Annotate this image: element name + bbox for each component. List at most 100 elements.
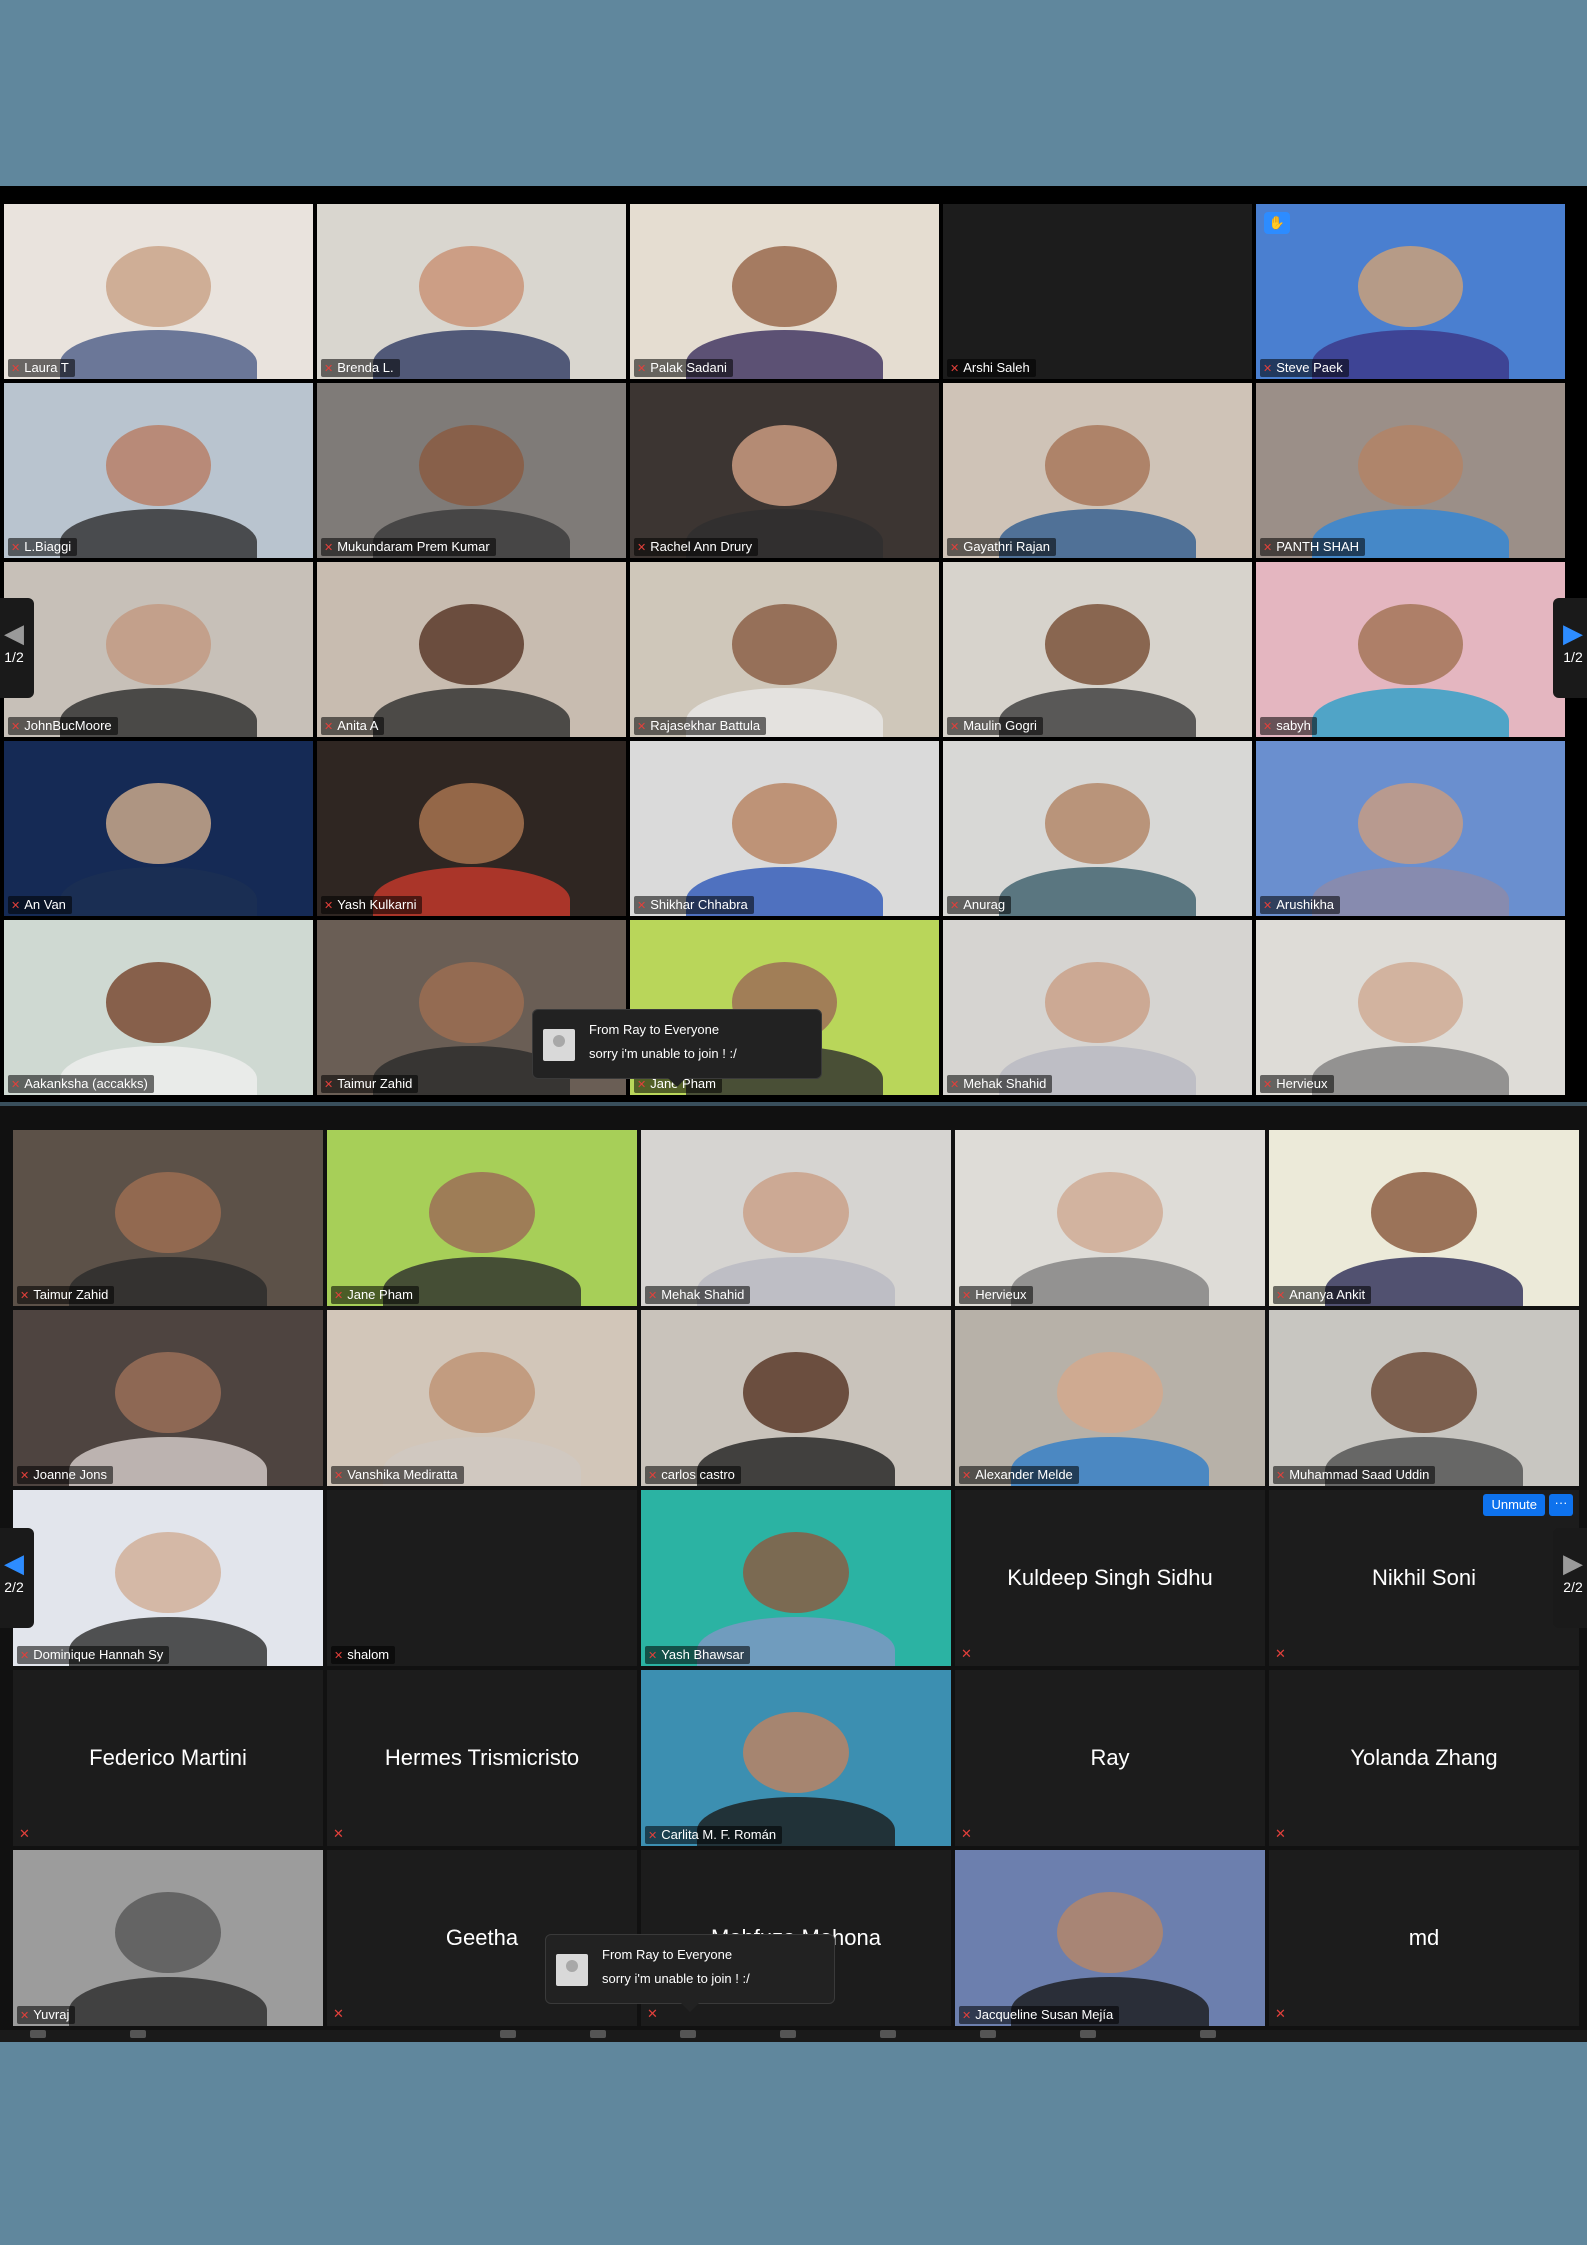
participant-tile[interactable]: ✕ Yash Bhawsar (641, 1490, 951, 1666)
mic-muted-icon: ✕ (950, 1079, 960, 1091)
participant-face (1357, 962, 1464, 1043)
participant-tile[interactable]: Federico Martini ✕ (13, 1670, 323, 1846)
participant-tile[interactable]: ✕ Taimur Zahid (13, 1130, 323, 1306)
participant-tile[interactable]: ✕ Arushikha (1256, 741, 1565, 916)
participant-tile[interactable]: ✕ Anita A (317, 562, 626, 737)
next-page-button[interactable]: ▶ 1/2 (1553, 598, 1587, 698)
participant-tile[interactable]: ✕ Vanshika Mediratta (327, 1310, 637, 1486)
participant-tile[interactable]: ✕ Joanne Jons (13, 1310, 323, 1486)
participant-tile[interactable]: ✕ Gayathri Rajan (943, 383, 1252, 558)
toolbar-button[interactable] (680, 2030, 696, 2038)
toolbar-button[interactable] (980, 2030, 996, 2038)
participant-tile[interactable]: ✕ Laura T (4, 204, 313, 379)
mic-muted-icon: ✕ (1276, 1470, 1286, 1482)
toolbar-button[interactable] (780, 2030, 796, 2038)
participant-tile[interactable]: ✕ Jane Pham (327, 1130, 637, 1306)
participant-tile[interactable]: ✕ Mehak Shahid (943, 920, 1252, 1095)
participant-tile[interactable]: ✕ Jacqueline Susan Mejía (955, 1850, 1265, 2026)
participant-name-label: ✕ Yash Bhawsar (645, 1646, 751, 1664)
participant-tile[interactable]: md ✕ (1269, 1850, 1579, 2026)
participant-name: Arshi Saleh (963, 360, 1030, 375)
participant-tile[interactable]: Hermes Trismicristo ✕ (327, 1670, 637, 1846)
participant-name: Hermes Trismicristo (384, 1745, 580, 1770)
participant-tile[interactable]: ✕ Hervieux (1256, 920, 1565, 1095)
participant-name-label: ✕ Brenda L. (321, 359, 400, 377)
participant-face (1357, 604, 1464, 685)
participant-tile[interactable]: Nikhil Soni ✕ Unmute ··· (1269, 1490, 1579, 1666)
toolbar-button[interactable] (30, 2030, 46, 2038)
participant-tile[interactable]: ✕ Maulin Gogri (943, 562, 1252, 737)
participant-name-label: ✕ Dominique Hannah Sy (17, 1646, 170, 1664)
participant-tile[interactable]: ✕ Anurag (943, 741, 1252, 916)
participant-tile[interactable]: ✕ Steve Paek ✋ (1256, 204, 1565, 379)
participant-tile[interactable]: ✕ Muhammad Saad Uddin (1269, 1310, 1579, 1486)
toolbar-button[interactable] (590, 2030, 606, 2038)
participant-body (59, 330, 258, 379)
participant-tile[interactable]: ✕ Aakanksha (accakks) (4, 920, 313, 1095)
more-options-button[interactable]: ··· (1549, 1494, 1573, 1516)
chat-notification[interactable]: From Ray to Everyone sorry i'm unable to … (532, 1009, 822, 1087)
participant-tile[interactable]: ✕ carlos castro (641, 1310, 951, 1486)
toolbar-button[interactable] (130, 2030, 146, 2038)
participant-video (327, 1310, 637, 1486)
participant-tile[interactable]: ✕ L.Biaggi (4, 383, 313, 558)
participant-tile[interactable]: ✕ An Van (4, 741, 313, 916)
participant-tile[interactable]: ✕ Palak Sadani (630, 204, 939, 379)
participant-tile[interactable]: ✕ shalom (327, 1490, 637, 1666)
toolbar-button[interactable] (880, 2030, 896, 2038)
participant-tile[interactable]: ✕ Rachel Ann Drury (630, 383, 939, 558)
participant-tile[interactable]: ✕ Ananya Ankit (1269, 1130, 1579, 1306)
participant-tile[interactable]: ✕ Yash Kulkarni (317, 741, 626, 916)
participant-name: Palak Sadani (650, 360, 727, 375)
participant-tile[interactable]: ✕ Mehak Shahid (641, 1130, 951, 1306)
toolbar-button[interactable] (1080, 2030, 1096, 2038)
participant-tile[interactable]: ✕ Carlita M. F. Román (641, 1670, 951, 1846)
participant-name: Dominique Hannah Sy (33, 1647, 164, 1662)
participant-tile[interactable]: ✕ Brenda L. (317, 204, 626, 379)
unmute-button[interactable]: Unmute (1483, 1494, 1545, 1516)
mic-muted-icon: ✕ (648, 1290, 658, 1302)
participant-tile[interactable]: ✕ Mukundaram Prem Kumar (317, 383, 626, 558)
participant-name: Yash Kulkarni (337, 897, 417, 912)
participant-tile[interactable]: ✕ Hervieux (955, 1130, 1265, 1306)
participant-name-label: ✕ Muhammad Saad Uddin (1273, 1466, 1436, 1484)
participant-tile[interactable]: ✕ PANTH SHAH (1256, 383, 1565, 558)
mic-muted-icon: ✕ (962, 2010, 972, 2022)
participant-tile[interactable]: Ray ✕ (955, 1670, 1265, 1846)
previous-page-button[interactable]: ◀ 1/2 (0, 598, 34, 698)
mic-muted-icon: ✕ (324, 363, 334, 375)
participant-tile[interactable]: ✕ Alexander Melde (955, 1310, 1265, 1486)
participant-video (317, 562, 626, 737)
participant-name-label: ✕ Mehak Shahid (645, 1286, 751, 1304)
mic-muted-icon: ✕ (1275, 1826, 1286, 1841)
participant-tile[interactable]: ✕ Shikhar Chhabra (630, 741, 939, 916)
mic-muted-icon: ✕ (648, 1830, 658, 1842)
next-page-button[interactable]: ▶ 2/2 (1553, 1528, 1587, 1628)
chat-notification[interactable]: From Ray to Everyone sorry i'm unable to … (545, 1934, 835, 2012)
participant-name-label: ✕ Taimur Zahid (321, 1075, 419, 1093)
mic-muted-icon: ✕ (20, 1470, 30, 1482)
toolbar-button[interactable] (500, 2030, 516, 2038)
mic-muted-icon: ✕ (962, 1290, 972, 1302)
participant-tile[interactable]: Kuldeep Singh Sidhu ✕ (955, 1490, 1265, 1666)
previous-page-button[interactable]: ◀ 2/2 (0, 1528, 34, 1628)
participant-name: Laura T (24, 360, 69, 375)
toolbar-button[interactable] (1200, 2030, 1216, 2038)
participant-tile[interactable]: ✕ sabyh (1256, 562, 1565, 737)
participant-video (13, 1310, 323, 1486)
participant-tile[interactable]: Yolanda Zhang ✕ (1269, 1670, 1579, 1846)
participant-name-label: ✕ Jacqueline Susan Mejía (959, 2006, 1120, 2024)
participant-tile[interactable]: ✕ Rajasekhar Battula (630, 562, 939, 737)
participant-tile[interactable]: ✕ Dominique Hannah Sy (13, 1490, 323, 1666)
participant-video (4, 383, 313, 558)
participant-name-label: ✕ Steve Paek (1260, 359, 1349, 377)
participant-name-label: ✕ Jane Pham (331, 1286, 419, 1304)
participant-name: Steve Paek (1276, 360, 1343, 375)
participant-name: Mehak Shahid (661, 1287, 745, 1302)
participant-tile[interactable]: ✕ Yuvraj (13, 1850, 323, 2026)
chevron-left-icon: ◀ (4, 618, 24, 648)
participant-tile[interactable]: ✕ JohnBucMoore (4, 562, 313, 737)
participant-name: Yash Bhawsar (661, 1647, 745, 1662)
mic-muted-icon: ✕ (637, 900, 647, 912)
participant-tile[interactable]: ✕ Arshi Saleh (943, 204, 1252, 379)
